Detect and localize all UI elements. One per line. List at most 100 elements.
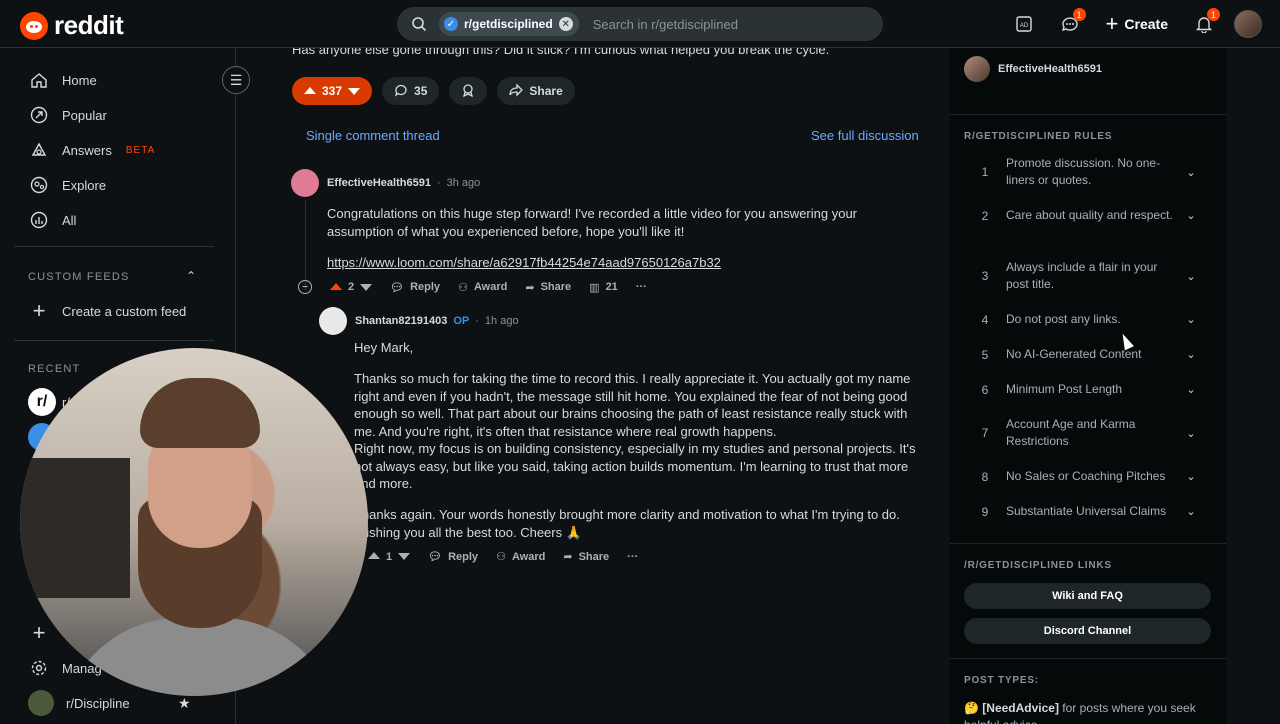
nav-divider-2 [14, 340, 214, 341]
chevron-down-icon: ⌄ [1186, 166, 1196, 179]
svg-text:AD: AD [1019, 23, 1028, 29]
rule-number: 8 [981, 469, 989, 484]
dot-separator: · [475, 315, 479, 327]
explore-icon [28, 174, 50, 196]
comment-1-body: Congratulations on this huge step forwar… [327, 206, 857, 239]
rule-number: 3 [981, 269, 989, 283]
search-input[interactable] [592, 16, 853, 32]
rule-item[interactable]: 8 No Sales or Coaching Pitches ⌄ [964, 468, 1226, 485]
post-award-button[interactable] [449, 77, 488, 105]
rule-item[interactable]: 7 Account Age and Karma Restrictions ⌄ [964, 416, 1226, 450]
nav-answers[interactable]: Answers BETA [28, 135, 155, 165]
collapse-icon[interactable]: − [298, 280, 312, 294]
reply-icon: 💬︎ [390, 281, 405, 294]
post-comments-button[interactable]: 35 [382, 77, 440, 105]
see-full-discussion-link[interactable]: See full discussion [811, 128, 919, 143]
rule-text: Do not post any links. [1006, 312, 1121, 326]
comment-vote: 1 [368, 551, 411, 563]
rule-item[interactable]: 4 Do not post any links. ⌄ [964, 311, 1226, 328]
rule-item[interactable]: 2 Care about quality and respect. ⌄ [964, 207, 1226, 224]
share-button[interactable]: ➦ Share [525, 281, 571, 294]
rule-item[interactable]: 5 No AI-Generated Content ⌄ [964, 346, 1226, 363]
downvote-icon[interactable] [348, 87, 361, 95]
rule-number: 6 [981, 382, 989, 397]
webcam-background [20, 458, 130, 598]
chevron-down-icon: ⌄ [1186, 427, 1196, 440]
discord-channel-button[interactable]: Discord Channel [964, 618, 1211, 644]
award-label: Award [511, 550, 546, 563]
home-icon [28, 69, 50, 91]
rule-number: 5 [981, 347, 989, 362]
recent-title: RECENT [28, 363, 81, 375]
close-icon[interactable]: ✕ [558, 17, 573, 31]
nav-explore-label: Explore [62, 177, 107, 193]
notification-badge: 1 [1207, 8, 1220, 21]
award-icon: ⚇ [458, 281, 468, 294]
notification-bell-icon[interactable]: 1 [1188, 8, 1220, 40]
chevron-down-icon: ⌄ [1186, 506, 1196, 518]
loom-link[interactable]: https://www.loom.com/share/a62917fb44254… [327, 254, 721, 272]
comment-2-greeting: Hey Mark, [354, 340, 414, 355]
upvote-icon[interactable] [330, 282, 342, 290]
custom-feeds-title: CUSTOM FEEDS [28, 271, 130, 283]
subreddit-search-chip[interactable]: ✓ r/getdisciplined ✕ [439, 12, 579, 36]
hamburger-menu-icon[interactable]: ☰ [222, 66, 250, 94]
nav-home[interactable]: Home [28, 65, 97, 95]
more-options-icon[interactable]: ··· [627, 551, 638, 563]
all-icon [28, 209, 50, 231]
sidebar-user[interactable]: EffectiveHealth6591 [964, 56, 1102, 82]
comment-avatar[interactable] [319, 307, 347, 335]
thread-line[interactable] [305, 200, 306, 290]
wiki-faq-button[interactable]: Wiki and FAQ [964, 583, 1211, 609]
single-thread-link[interactable]: Single comment thread [306, 128, 440, 143]
chevron-up-icon[interactable]: ⌃ [186, 269, 196, 283]
chevron-down-icon: ⌄ [1186, 384, 1196, 396]
create-button[interactable]: + Create [1100, 8, 1174, 40]
nav-all[interactable]: All [28, 205, 76, 235]
star-icon[interactable]: ★ [178, 695, 191, 712]
reply-label: Reply [410, 281, 441, 293]
award-icon [461, 83, 475, 100]
comment-1-actions: − 2 💬︎ Reply ⚇ Award ➦ Share ▥ 21 ··· [298, 280, 647, 294]
user-avatar[interactable] [1234, 10, 1262, 38]
advertise-icon[interactable]: AD [1008, 8, 1040, 40]
subreddit-icon[interactable]: r/ [28, 388, 56, 416]
award-button[interactable]: ⚇ Award [458, 281, 507, 294]
comment-username[interactable]: EffectiveHealth6591 [327, 177, 431, 189]
more-options-icon[interactable]: ··· [636, 281, 647, 293]
reply-icon: 💬︎ [428, 551, 443, 563]
answers-icon [28, 139, 50, 161]
search-bar[interactable]: ✓ r/getdisciplined ✕ [397, 7, 883, 41]
chevron-down-icon: ⌄ [1186, 471, 1196, 483]
downvote-icon[interactable] [398, 553, 411, 560]
create-custom-feed[interactable]: + Create a custom feed [28, 296, 187, 326]
add-community[interactable]: + [28, 618, 50, 648]
rule-item[interactable]: 9 Substantiate Universal Claims ⌄ [964, 503, 1226, 520]
rule-text: No AI-Generated Content [1006, 347, 1142, 361]
insights-button[interactable]: ▥ 21 [589, 281, 618, 294]
rule-item[interactable]: 6 Minimum Post Length ⌄ [964, 381, 1226, 398]
upvote-icon[interactable] [304, 86, 316, 94]
chat-icon[interactable]: 1 [1054, 8, 1086, 40]
award-button[interactable]: ⚇ Award [496, 550, 546, 564]
reply-button[interactable]: 💬︎ Reply [390, 281, 440, 294]
share-button[interactable]: ➦ Share [563, 550, 609, 564]
rule-item[interactable]: 3 Always include a flair in your post tit… [964, 259, 1226, 293]
reddit-logo[interactable]: reddit [20, 10, 124, 41]
top-header: reddit ✓ r/getdisciplined ✕ AD 1 + Creat… [0, 0, 1280, 48]
nav-popular[interactable]: Popular [28, 100, 107, 130]
nav-all-label: All [62, 212, 77, 228]
op-badge: OP [453, 315, 470, 327]
beta-badge: BETA [125, 144, 156, 156]
reply-button[interactable]: 💬︎ Reply [428, 550, 478, 564]
comment-username[interactable]: Shantan82191403 [355, 315, 447, 327]
dot-separator: · [436, 177, 441, 189]
post-share-button[interactable]: Share [497, 77, 575, 105]
upvote-icon[interactable] [368, 552, 380, 559]
comment-avatar[interactable] [291, 169, 319, 197]
share-icon: ➦ [563, 551, 573, 563]
nav-explore[interactable]: Explore [28, 170, 106, 200]
rule-item[interactable]: 1 Promote discussion. No one-liners or qu… [964, 155, 1226, 189]
downvote-icon[interactable] [360, 283, 373, 291]
post-vote-pill: 337 [292, 77, 373, 105]
